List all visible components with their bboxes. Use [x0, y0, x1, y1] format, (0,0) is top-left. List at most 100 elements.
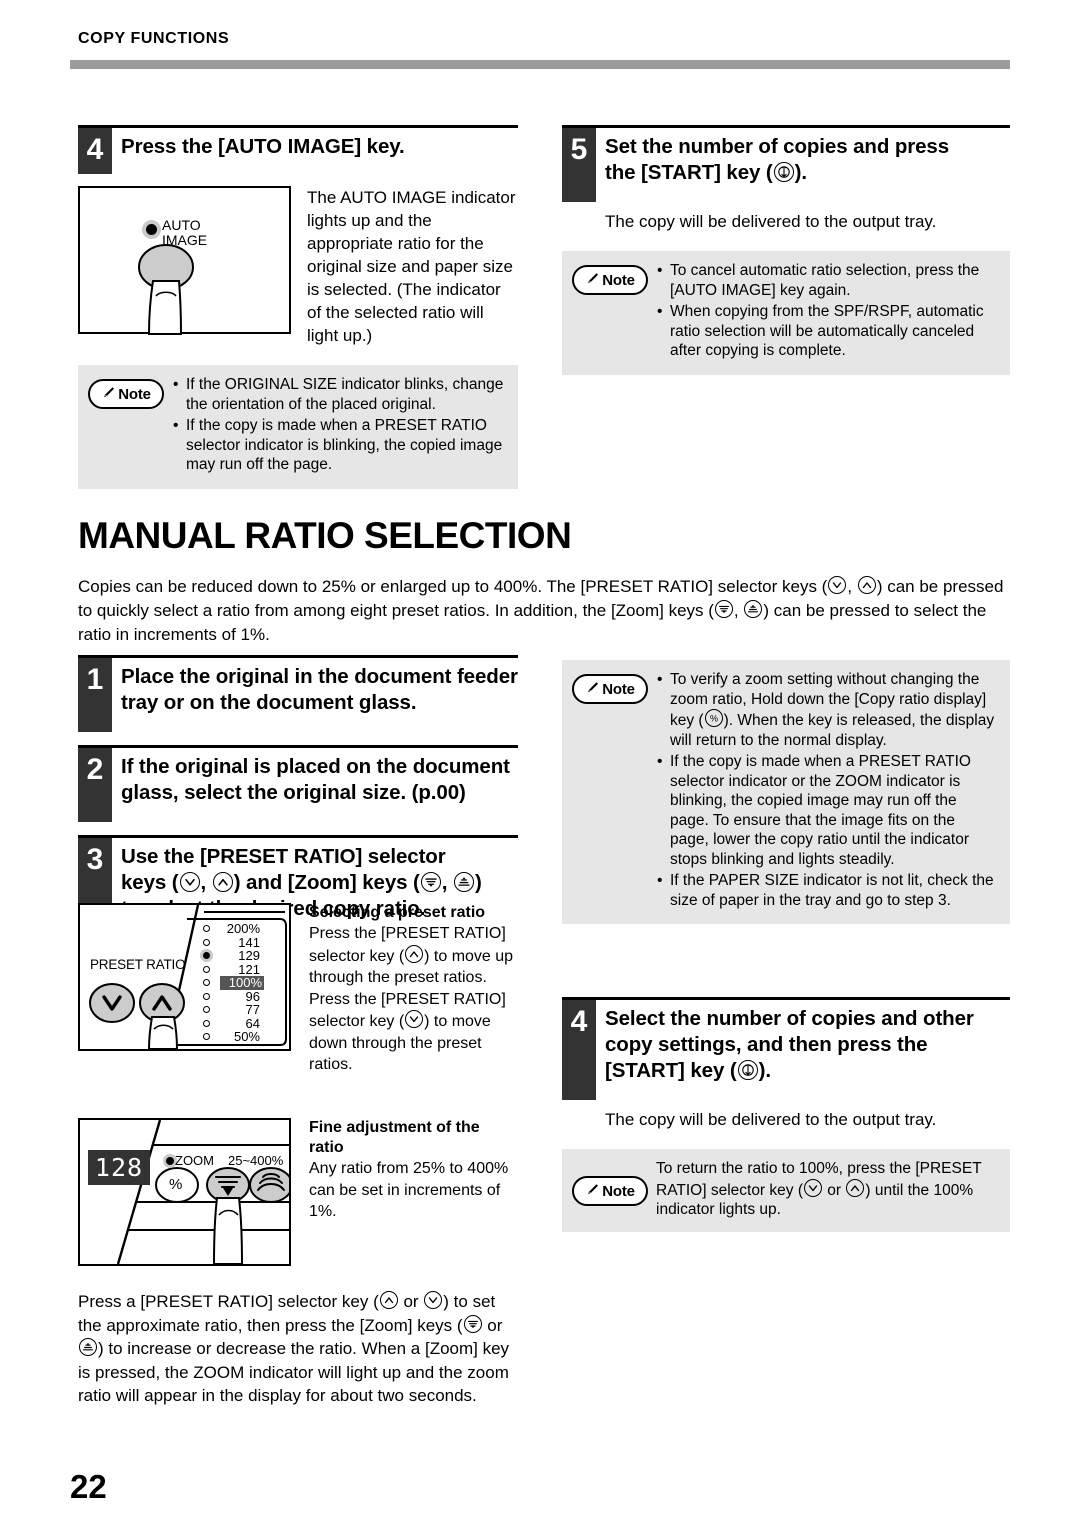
closing-or-1: or [398, 1292, 424, 1311]
final-title-line3-pre: [START] key ( [605, 1059, 737, 1082]
final-title-line1: Select the number of copies and other [605, 1007, 974, 1030]
note-icon: Note [572, 265, 648, 295]
manual-steps-block: 1 Place the original in the document fee… [78, 655, 518, 938]
preset-ratio-explanation-body: Press the [PRESET RATIO] selector key ()… [309, 923, 517, 1076]
preset-ratio-lamp [203, 938, 210, 946]
note-item: To return the ratio to 100%, press the [… [656, 1159, 998, 1220]
closing-or-2: or [482, 1315, 503, 1335]
section-block: MANUAL RATIO SELECTION Copies can be red… [78, 515, 1013, 647]
preset-ratio-up-key-icon [857, 576, 876, 594]
preset-ratio-item: 200% [200, 922, 264, 936]
zoom-ratio-display: 128 [88, 1150, 150, 1185]
preset-ratio-explanation: Selecting a preset ratio Press the [PRES… [309, 903, 517, 1076]
preset-ratio-lamp [200, 949, 213, 963]
step-rule [78, 745, 518, 748]
step-number: 4 [562, 1000, 596, 1100]
step-title-line2-post: ) [474, 871, 482, 894]
section-title: MANUAL RATIO SELECTION [78, 515, 572, 556]
preset-ratio-item: 77 [200, 1003, 264, 1017]
note-content: To verify a zoom setting without changin… [656, 670, 998, 912]
note-badge: Note [572, 1172, 656, 1207]
step-title: Place the original in the document feede… [121, 665, 518, 714]
step-number: 5 [562, 128, 596, 202]
step-title-line2-pre: keys ( [121, 871, 179, 894]
preset-ratio-lamp [203, 925, 210, 933]
zoom-heading-line1: Fine adjustment of the [309, 1119, 480, 1136]
preset-ratio-item: 141 [200, 934, 264, 950]
header-rule [70, 60, 1010, 69]
zoom-heading-line2: ratio [309, 1139, 344, 1156]
preset-ratio-item: 121 [200, 962, 264, 977]
zoom-explanation: Fine adjustment of the ratio Any ratio f… [309, 1118, 517, 1266]
pencil-icon [101, 385, 116, 404]
note-icon: Note [88, 379, 164, 409]
preset-ratio-item: 64 [200, 1016, 264, 1031]
note-badge: Note [572, 261, 656, 295]
preset-ratio-panel-label: PRESET RATIO [90, 957, 186, 972]
preset-ratio-value: 50% [233, 1029, 260, 1044]
zoom-panel-illustration: 128 ZOOM 25~400% % [78, 1118, 291, 1266]
note-content: To return the ratio to 100%, press the [… [656, 1159, 998, 1220]
note-item: If the ORIGINAL SIZE indicator blinks, c… [173, 375, 506, 414]
zoom-up-key-icon [79, 1338, 97, 1356]
auto-image-step-block: 4 Press the [AUTO IMAGE] key. AUTO IMAGE [78, 125, 518, 489]
zoom-down-key-icon [420, 872, 441, 892]
note-box-start: Note To cancel automatic ratio selection… [562, 251, 1010, 375]
preset-ratio-value: 100% [220, 976, 264, 990]
final-step-block: 4 Select the number of copies and other … [562, 997, 1010, 1232]
manual-page: COPY FUNCTIONS 4 Press the [AUTO IMAGE] … [0, 0, 1080, 1528]
step-title-line1: Set the number of copies and press [605, 135, 950, 158]
zoom-up-key-icon [744, 600, 763, 618]
note-box-final: Note To return the ratio to 100%, press … [562, 1149, 1010, 1232]
step-title-line1: Use the [PRESET RATIO] selector [121, 845, 446, 868]
closing-paragraph: Press a [PRESET RATIO] selector key ( or… [78, 1290, 518, 1408]
step-title: If the original is placed on the documen… [121, 755, 510, 804]
step-heading-auto-image: 4 Press the [AUTO IMAGE] key. [78, 125, 518, 174]
step-rule [562, 997, 1010, 1000]
auto-image-description: The AUTO IMAGE indicator lights up and t… [307, 188, 516, 345]
note-box-auto-image: Note If the ORIGINAL SIZE indicator blin… [78, 365, 518, 489]
step-title: Press the [AUTO IMAGE] key. [121, 135, 405, 158]
preset-ratio-value: 96 [245, 988, 260, 1004]
intro-part-a: Copies can be reduced down to 25% or enl… [78, 577, 828, 596]
step-heading-select-size: 2 If the original is placed on the docum… [78, 745, 518, 822]
preset-ratio-down-key-icon [179, 872, 200, 892]
note-label: Note [118, 385, 151, 403]
zoom-note-block: Note To verify a zoom setting without ch… [562, 660, 1010, 924]
preset-ratio-lamp [203, 1006, 210, 1014]
pencil-icon [585, 680, 600, 699]
preset-ratio-panel-illustration: PRESET RATIO 200% 141 129 121 100% 96 77 64 50% [78, 903, 291, 1051]
preset-ratio-value: 129 [238, 948, 260, 963]
step-title-sep2: ) and [Zoom] keys ( [233, 871, 420, 894]
preset-ratio-lamp [203, 1033, 210, 1041]
step-rule [562, 125, 1010, 128]
note-item: To verify a zoom setting without changin… [657, 670, 998, 750]
preset-ratio-lamp [203, 992, 210, 1000]
step-title-sep3: , [441, 871, 453, 894]
note-box-zoom: Note To verify a zoom setting without ch… [562, 660, 1010, 924]
preset-ratio-item: 100% [200, 976, 264, 990]
note-content: To cancel automatic ratio selection, pre… [656, 261, 998, 363]
copy-ratio-display-key-label: % [169, 1176, 183, 1193]
step-rule [78, 125, 518, 128]
closing-part-b-post: ) to increase or decrease the ratio. [98, 1339, 357, 1358]
preset-ratio-item: 129 [200, 949, 264, 963]
zoom-panel-art [116, 1120, 289, 1264]
note-label: Note [602, 271, 635, 289]
preset-ratio-value: 141 [238, 934, 260, 950]
preset-ratio-down-key-icon [424, 1291, 443, 1309]
start-step-description: The copy will be delivered to the output… [605, 212, 937, 231]
zoom-range-label: 25~400% [228, 1153, 284, 1168]
final-title-line3-post: ). [758, 1059, 771, 1082]
note-item: When copying from the SPF/RSPF, automati… [657, 302, 998, 361]
pencil-icon [585, 1182, 600, 1201]
step-number: 2 [78, 748, 112, 822]
start-step-block: 5 Set the number of copies and press the… [562, 125, 1010, 375]
step-title: Set the number of copies and press the [… [605, 128, 949, 186]
intro-part-d: , [733, 601, 744, 620]
preset-ratio-value: 200% [226, 921, 260, 936]
step-number: 4 [78, 128, 112, 174]
closing-part-a-pre: Press a [PRESET RATIO] selector key ( [78, 1292, 379, 1311]
final-step-description: The copy will be delivered to the output… [605, 1110, 937, 1129]
preset-ratio-value: 77 [245, 1002, 260, 1017]
